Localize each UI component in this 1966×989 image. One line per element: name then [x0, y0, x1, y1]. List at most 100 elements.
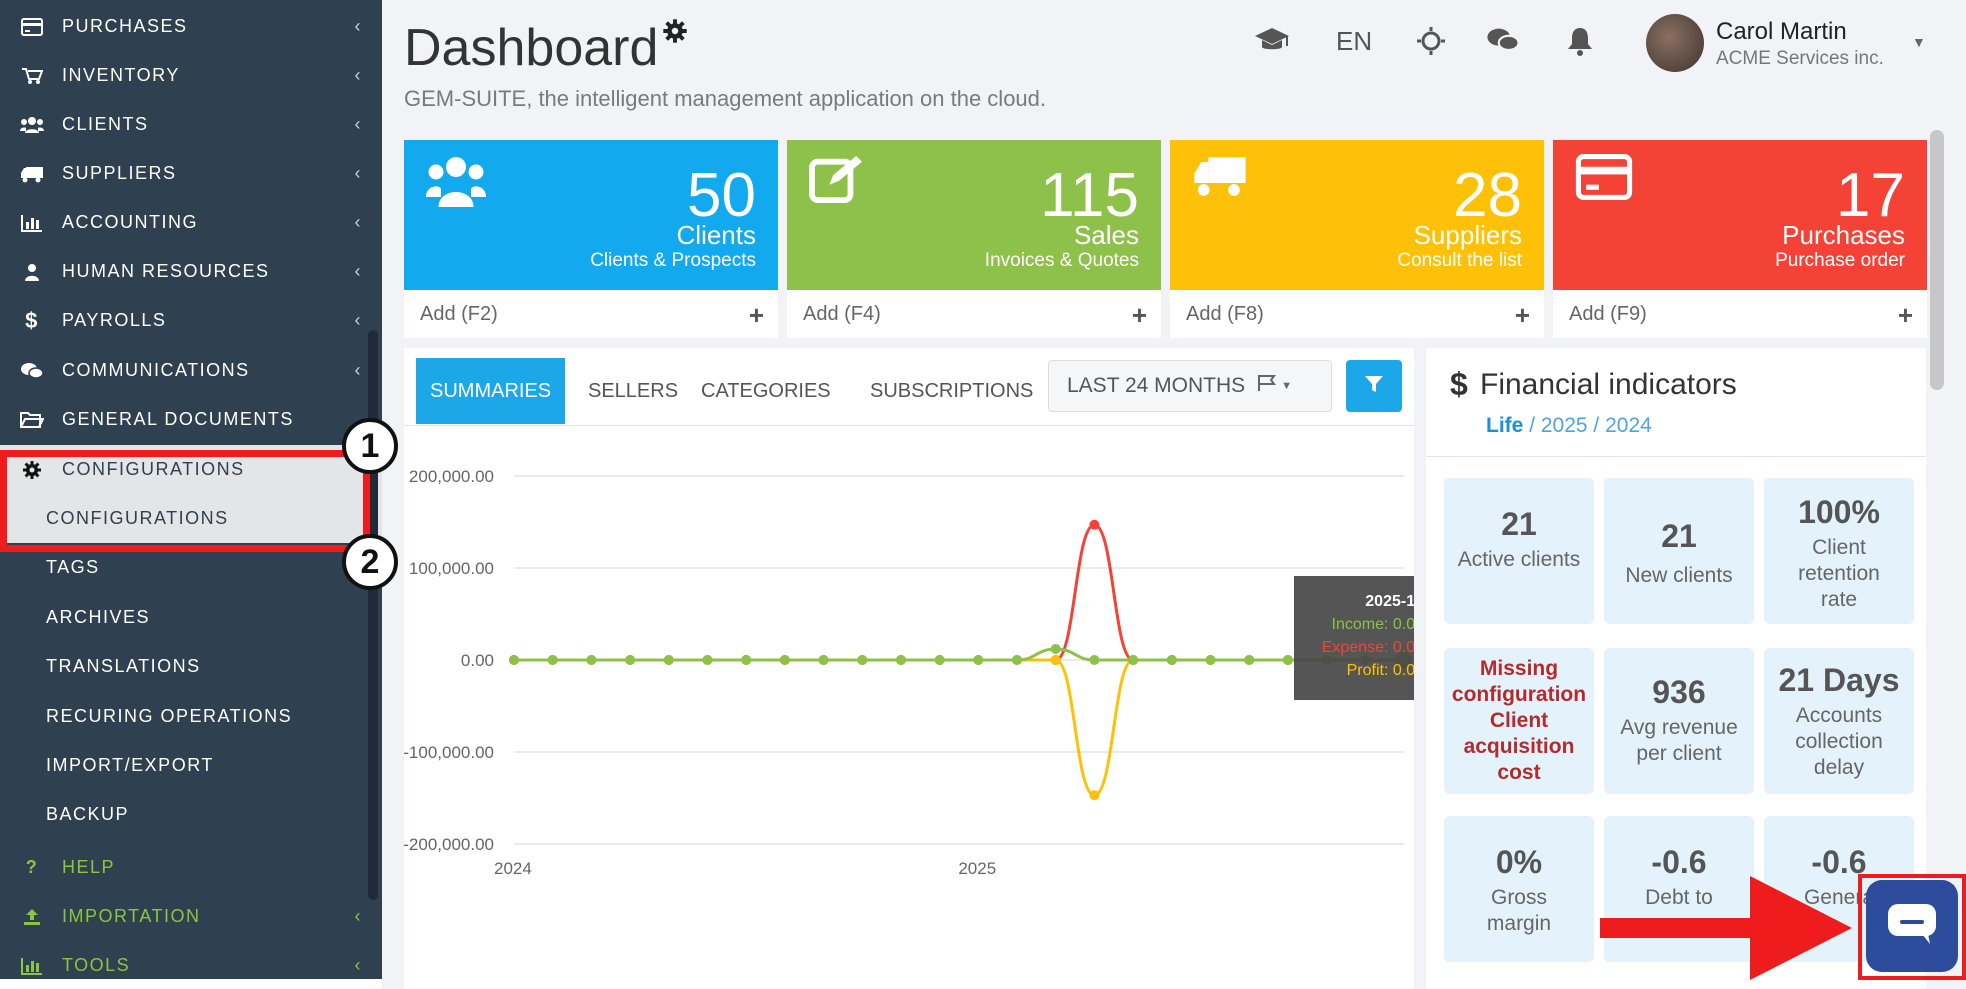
- annotation-arrow: [1600, 876, 1852, 980]
- data-point[interactable]: [586, 655, 597, 665]
- add-client-button[interactable]: Add (F2) +: [404, 290, 778, 338]
- main-area: Dashboard GEM-SUITE, the intelligent man…: [382, 0, 1966, 989]
- indicator-value: 21: [1501, 506, 1537, 542]
- data-point[interactable]: [1282, 655, 1293, 665]
- sidebar-item-communications[interactable]: COMMUNICATIONS ‹: [0, 346, 382, 395]
- card-top[interactable]: 17 Purchases Purchase order: [1553, 140, 1927, 290]
- sidebar-item-payrolls[interactable]: $ PAYROLLS ‹: [0, 296, 382, 345]
- suppliers-card[interactable]: 28 Suppliers Consult the list Add (F8) +: [1170, 140, 1544, 338]
- gear-icon[interactable]: [662, 18, 688, 49]
- date-range-dropdown[interactable]: LAST 24 MONTHS ▼: [1048, 360, 1332, 412]
- chat-icon[interactable]: [1486, 26, 1520, 59]
- year-2024-link[interactable]: 2024: [1605, 414, 1652, 437]
- card-top[interactable]: 115 Sales Invoices & Quotes: [787, 140, 1161, 290]
- tab-sellers[interactable]: SELLERS: [574, 358, 692, 424]
- sidebar-item-clients[interactable]: CLIENTS ‹: [0, 100, 382, 149]
- line-chart[interactable]: 200,000.00 100,000.00 0.00 -100,000.00 -200,…: [404, 426, 1414, 989]
- sidebar-item-accounting[interactable]: ACCOUNTING ‹: [0, 198, 382, 247]
- data-point[interactable]: [547, 655, 558, 665]
- indicator-value: 100%: [1798, 494, 1880, 530]
- truck-icon: [14, 165, 50, 183]
- sidebar-item-general-documents[interactable]: GENERAL DOCUMENTS: [0, 395, 382, 444]
- data-point[interactable]: [1089, 790, 1100, 801]
- sidebar-item-importation[interactable]: IMPORTATION ‹: [0, 892, 382, 941]
- user-name[interactable]: Carol Martin: [1716, 18, 1847, 46]
- sidebar-item-label: SUPPLIERS: [62, 163, 177, 183]
- data-point[interactable]: [818, 655, 829, 665]
- data-point[interactable]: [663, 655, 674, 665]
- filter-button[interactable]: [1346, 360, 1402, 412]
- bell-icon[interactable]: [1566, 26, 1594, 61]
- purchases-card[interactable]: 17 Purchases Purchase order Add (F9) +: [1553, 140, 1927, 338]
- card-title: Purchases: [1782, 220, 1905, 250]
- tab-summaries[interactable]: SUMMARIES: [416, 358, 566, 424]
- tab-subscriptions[interactable]: SUBSCRIPTIONS: [856, 358, 1047, 424]
- chat-support-button[interactable]: [1866, 880, 1958, 972]
- data-point[interactable]: [702, 655, 713, 665]
- indicator-tile: 21 New clients: [1604, 478, 1754, 624]
- data-point[interactable]: [1166, 655, 1177, 665]
- sales-card[interactable]: 115 Sales Invoices & Quotes Add (F4) +: [787, 140, 1161, 338]
- card-top[interactable]: 50 Clients Clients & Prospects: [404, 140, 778, 290]
- sidebar-item-label: ACCOUNTING: [62, 212, 198, 232]
- add-sale-button[interactable]: Add (F4) +: [787, 290, 1161, 338]
- sidebar-item-help[interactable]: ? HELP: [0, 843, 382, 892]
- credit-card-icon: [1575, 154, 1633, 205]
- data-point[interactable]: [857, 655, 868, 665]
- clients-card[interactable]: 50 Clients Clients & Prospects Add (F2) +: [404, 140, 778, 338]
- sidebar-item-label: IMPORTATION: [62, 906, 201, 926]
- graduation-cap-icon[interactable]: [1254, 26, 1290, 59]
- year-life-link[interactable]: Life: [1486, 414, 1523, 437]
- sidebar-subitem-backup[interactable]: BACKUP: [0, 790, 382, 839]
- data-point[interactable]: [895, 655, 906, 665]
- sidebar-subitem-translations[interactable]: TRANSLATIONS: [0, 642, 382, 691]
- sidebar-subitem-archives[interactable]: ARCHIVES: [0, 593, 382, 642]
- avatar[interactable]: [1646, 14, 1704, 72]
- data-point[interactable]: [1050, 655, 1061, 665]
- sidebar-item-purchases[interactable]: PURCHASES ‹: [0, 2, 382, 51]
- data-point[interactable]: [509, 655, 519, 665]
- data-point[interactable]: [1012, 655, 1023, 665]
- data-point[interactable]: [1050, 643, 1061, 654]
- data-point[interactable]: [741, 655, 752, 665]
- indicator-value: 21: [1661, 518, 1697, 554]
- data-point[interactable]: [1089, 655, 1100, 665]
- tab-categories[interactable]: CATEGORIES: [687, 358, 845, 424]
- data-point[interactable]: [779, 655, 790, 665]
- data-point[interactable]: [625, 655, 636, 665]
- data-point[interactable]: [973, 655, 984, 665]
- data-point[interactable]: [1128, 655, 1139, 665]
- data-point[interactable]: [1205, 655, 1216, 665]
- language-selector[interactable]: EN: [1336, 26, 1372, 57]
- caret-down-icon[interactable]: ▼: [1912, 34, 1926, 50]
- chevron-left-icon: ‹: [354, 212, 362, 232]
- sidebar-item-inventory[interactable]: INVENTORY ‹: [0, 51, 382, 100]
- indicator-value: 0%: [1495, 844, 1543, 880]
- card-subtitle: Purchase order: [1775, 250, 1905, 271]
- sidebar-item-suppliers[interactable]: SUPPLIERS ‹: [0, 149, 382, 198]
- plus-icon: +: [748, 300, 764, 330]
- sidebar-subitem-import-export[interactable]: IMPORT/EXPORT: [0, 741, 382, 790]
- annotation-step-2: 2: [342, 534, 398, 590]
- panel-title: Financial indicators: [1480, 368, 1737, 401]
- sidebar-item-tools[interactable]: TOOLS ‹: [0, 941, 382, 979]
- theme-toggle-icon[interactable]: [1416, 26, 1446, 61]
- sidebar-scrollbar[interactable]: [368, 330, 378, 900]
- card-top[interactable]: 28 Suppliers Consult the list: [1170, 140, 1544, 290]
- bar-chart-icon: [14, 214, 50, 232]
- year-2025-link[interactable]: 2025: [1541, 414, 1588, 437]
- data-point[interactable]: [934, 655, 945, 665]
- add-supplier-button[interactable]: Add (F8) +: [1170, 290, 1544, 338]
- data-point[interactable]: [1244, 655, 1255, 665]
- sidebar-item-label: HUMAN RESOURCES: [62, 261, 270, 281]
- dollar-icon: $: [1450, 366, 1468, 402]
- chart-panel: SUMMARIES SELLERS CATEGORIES SUBSCRIPTIO…: [404, 348, 1414, 989]
- sidebar-item-human-resources[interactable]: HUMAN RESOURCES ‹: [0, 247, 382, 296]
- add-purchase-button[interactable]: Add (F9) +: [1553, 290, 1927, 338]
- sidebar-subitem-recuring-operations[interactable]: RECURING OPERATIONS: [0, 692, 382, 741]
- data-point[interactable]: [1089, 519, 1100, 530]
- indicator-label: Client retention rate: [1798, 536, 1880, 611]
- y-tick-label: 0.00: [461, 651, 494, 670]
- page-scrollbar[interactable]: [1930, 130, 1944, 390]
- indicator-tile: 100% Client retention rate: [1764, 478, 1914, 624]
